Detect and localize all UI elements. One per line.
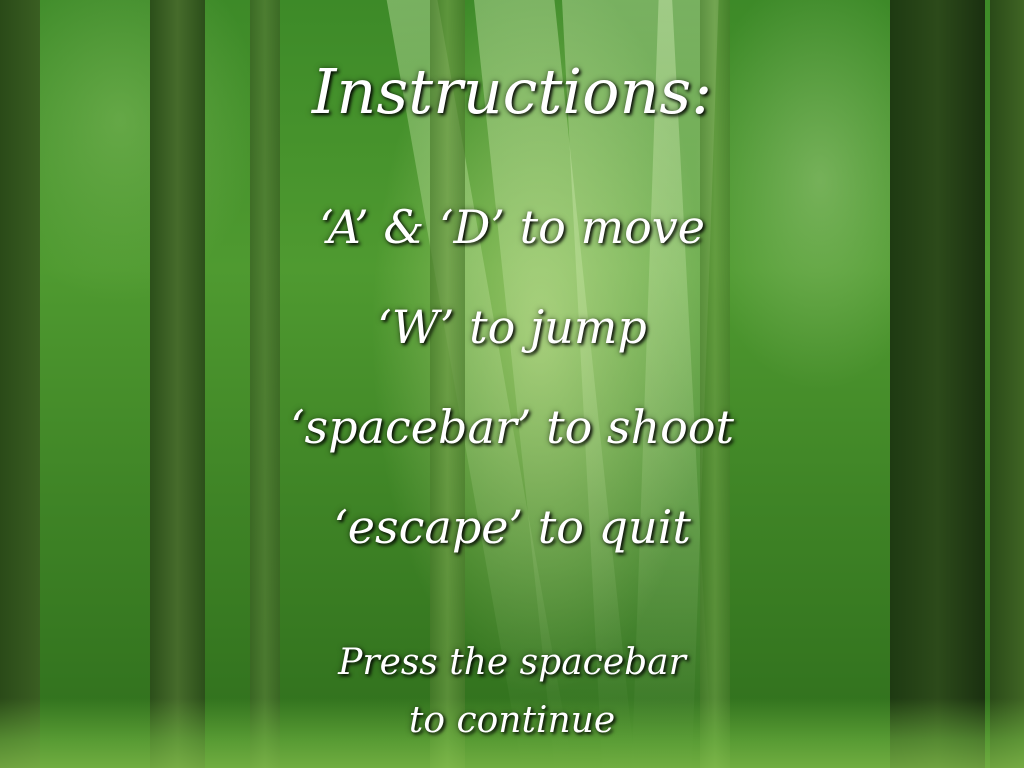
continue-prompt-line2: to continue	[408, 700, 616, 741]
instruction-move: ‘A’ & ‘D’ to move	[318, 200, 706, 254]
continue-prompt-line1: Press the spacebar	[338, 642, 686, 683]
instruction-quit: ‘escape’ to quit	[333, 500, 691, 554]
instruction-jump: ‘W’ to jump	[377, 300, 647, 354]
instruction-shoot: ‘spacebar’ to shoot	[289, 400, 735, 454]
instructions-screen: Instructions: ‘A’ & ‘D’ to move ‘W’ to j…	[0, 0, 1024, 768]
instructions-title: Instructions:	[311, 55, 713, 128]
